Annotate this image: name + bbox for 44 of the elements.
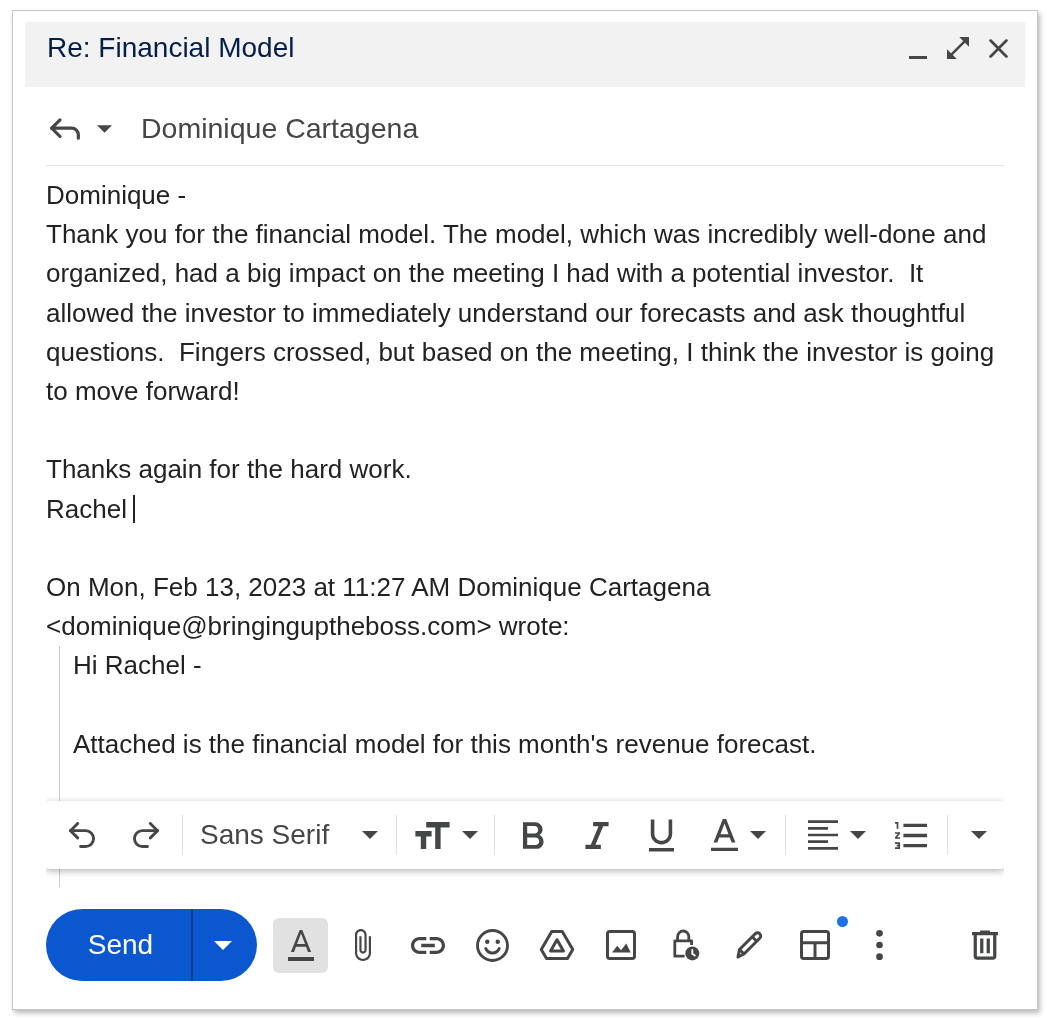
send-button[interactable]: Send xyxy=(46,909,191,981)
formatting-options-button[interactable] xyxy=(273,917,328,973)
caret-icon xyxy=(462,831,478,839)
caret-icon xyxy=(362,831,378,839)
link-icon xyxy=(410,936,445,954)
expand-icon xyxy=(947,37,969,59)
image-icon xyxy=(606,930,636,960)
align-left-icon xyxy=(808,820,838,850)
quote-attribution: On Mon, Feb 13, 2023 at 11:27 AM Dominique Cartagena <dominique@bringinguptheboss.com> wrote: xyxy=(46,571,712,644)
smiley-icon xyxy=(475,928,509,962)
message-text: Rachel xyxy=(46,492,127,526)
caret-icon xyxy=(971,831,987,839)
numbered-list-icon xyxy=(895,821,927,849)
reply-icon xyxy=(50,117,80,140)
redo-icon xyxy=(133,822,159,848)
recipient-name: Dominique Cartagena xyxy=(141,111,419,147)
undo-icon xyxy=(69,822,95,848)
bold-icon xyxy=(522,821,544,849)
close-icon xyxy=(988,38,1008,58)
pen-icon xyxy=(735,930,765,960)
quoted-text: Hi Rachel - xyxy=(73,649,203,683)
caret-icon xyxy=(750,831,766,839)
italic-icon xyxy=(585,821,609,849)
caret-icon xyxy=(214,940,232,950)
message-text: Thanks again for the hard work. xyxy=(46,453,413,487)
message-text: Dominique - xyxy=(46,179,188,212)
paperclip-icon xyxy=(355,928,371,962)
caret-icon xyxy=(850,831,866,839)
text-size-icon xyxy=(415,821,450,849)
more-vertical-icon xyxy=(875,930,883,960)
send-options-button[interactable] xyxy=(191,909,257,981)
window-title: Re: Financial Model xyxy=(47,31,295,65)
trash-icon xyxy=(972,930,998,960)
quoted-text: Attached is the financial model for this month's revenue forecast. xyxy=(73,727,818,761)
lock-clock-icon xyxy=(671,928,700,962)
layout-icon xyxy=(799,930,830,960)
message-text: Thank you for the financial model. The model, which was incredibly well-done and organized, had a big impact on the meeting I had with a potential investor. It allowed the investor to immediately understand our forecasts and ask thoughtful questions. Fingers crossed, but based on the meeting, I think the investor is going to move forward! xyxy=(46,218,996,408)
underline-icon xyxy=(648,818,674,852)
text-color-icon xyxy=(711,819,738,851)
triangle-icon xyxy=(538,930,575,960)
text-format-icon xyxy=(287,929,314,961)
font-dropdown[interactable]: Sans Serif xyxy=(190,811,390,859)
minimize-icon xyxy=(909,56,927,59)
caret-icon xyxy=(97,124,112,133)
